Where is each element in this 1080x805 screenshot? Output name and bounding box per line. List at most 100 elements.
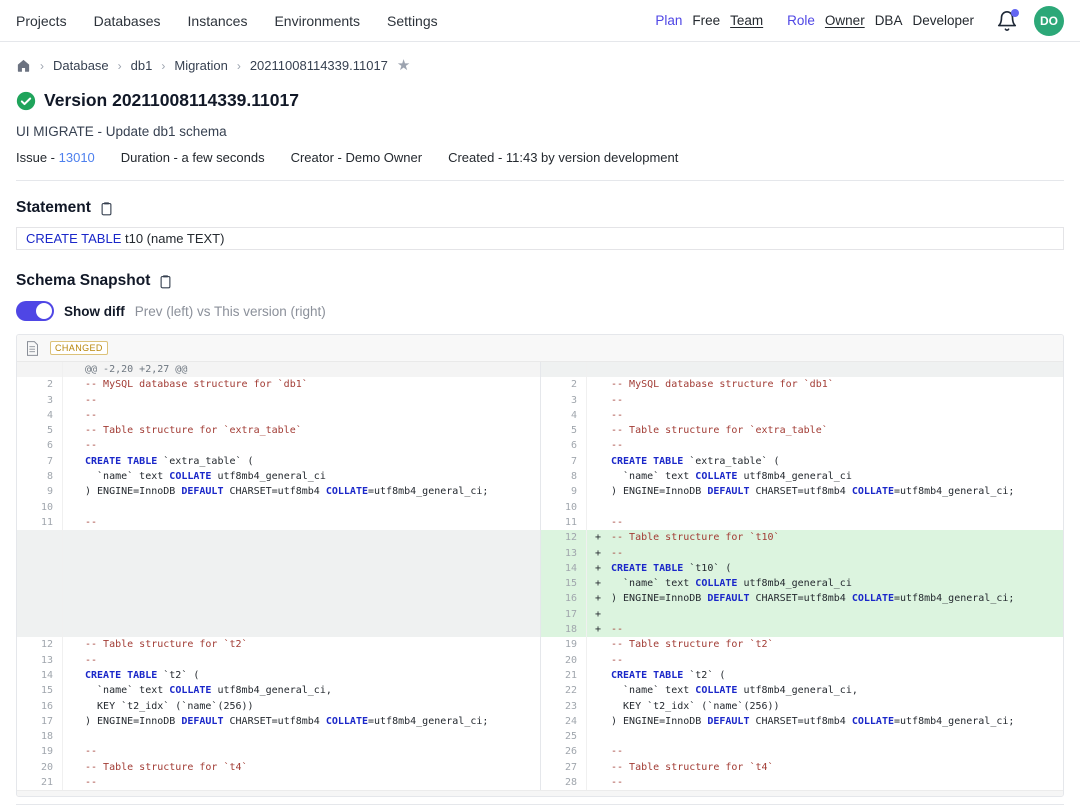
diff-code-line: 10 bbox=[17, 500, 540, 515]
issue-label: Issue - bbox=[16, 150, 55, 165]
role-option-owner[interactable]: Owner bbox=[825, 13, 865, 28]
schema-diff-panel: CHANGED @@ -2,20 +2,27 @@2-- MySQL datab… bbox=[16, 334, 1064, 797]
diff-scrollbar-track[interactable] bbox=[17, 790, 1063, 796]
line-content: -- bbox=[587, 408, 1063, 423]
line-content bbox=[63, 561, 540, 576]
diff-code-line: 14CREATE TABLE `t2` ( bbox=[17, 668, 540, 683]
diff-code-line: 21CREATE TABLE `t2` ( bbox=[541, 668, 1063, 683]
line-number: 8 bbox=[17, 469, 63, 484]
line-number: 4 bbox=[17, 408, 63, 423]
migration-meta: Issue - 13010 Duration - a few seconds C… bbox=[16, 150, 1064, 165]
diff-editor[interactable]: @@ -2,20 +2,27 @@2-- MySQL database stru… bbox=[17, 362, 1063, 790]
copy-snapshot-icon[interactable] bbox=[158, 274, 173, 289]
issue-link[interactable]: 13010 bbox=[59, 150, 95, 165]
line-number: 20 bbox=[541, 653, 587, 668]
breadcrumb-db1[interactable]: db1 bbox=[131, 58, 153, 73]
nav-item-settings[interactable]: Settings bbox=[387, 13, 438, 29]
line-content: `name` text COLLATE utf8mb4_general_ci bbox=[63, 469, 540, 484]
plan-option-team[interactable]: Team bbox=[730, 13, 763, 28]
nav-item-instances[interactable]: Instances bbox=[188, 13, 248, 29]
notifications-bell-icon[interactable] bbox=[996, 10, 1018, 32]
diff-pane-current: 2-- MySQL database structure for `db1`3-… bbox=[540, 362, 1063, 790]
copy-statement-icon[interactable] bbox=[99, 201, 114, 216]
line-number: 19 bbox=[17, 744, 63, 759]
line-content bbox=[63, 607, 540, 622]
line-number: 4 bbox=[541, 408, 587, 423]
star-bookmark-icon[interactable]: ★ bbox=[397, 58, 410, 73]
diff-filler-line bbox=[541, 362, 1063, 377]
diff-code-line: 3-- bbox=[541, 393, 1063, 408]
nav-item-databases[interactable]: Databases bbox=[94, 13, 161, 29]
line-content: -- bbox=[63, 515, 540, 530]
line-content: -- Table structure for `extra_table` bbox=[63, 423, 540, 438]
line-content: ) ENGINE=InnoDB DEFAULT CHARSET=utf8mb4 … bbox=[63, 714, 540, 729]
breadcrumb-separator: › bbox=[161, 59, 165, 73]
line-number: 5 bbox=[17, 423, 63, 438]
line-number: 18 bbox=[17, 729, 63, 744]
plan-option-free[interactable]: Free bbox=[692, 13, 720, 28]
line-content: -- bbox=[63, 653, 540, 668]
diff-filler-line bbox=[17, 561, 540, 576]
line-number: 18 bbox=[541, 622, 587, 637]
diff-code-line: 3-- bbox=[17, 393, 540, 408]
show-diff-toggle[interactable] bbox=[16, 301, 54, 321]
line-content: -- bbox=[63, 744, 540, 759]
line-content: `name` text COLLATE utf8mb4_general_ci, bbox=[587, 683, 1063, 698]
diff-code-line: 17) ENGINE=InnoDB DEFAULT CHARSET=utf8mb… bbox=[17, 714, 540, 729]
line-number: 6 bbox=[17, 438, 63, 453]
line-number: 14 bbox=[541, 561, 587, 576]
user-avatar[interactable]: DO bbox=[1034, 6, 1064, 36]
diff-code-line: 6-- bbox=[17, 438, 540, 453]
meta-duration: Duration - a few seconds bbox=[121, 150, 265, 165]
line-content: -- bbox=[63, 393, 540, 408]
diff-code-line: 12+-- Table structure for `t10` bbox=[541, 530, 1063, 545]
breadcrumb-separator: › bbox=[40, 59, 44, 73]
breadcrumb-migration[interactable]: Migration bbox=[174, 58, 227, 73]
role-option-dba[interactable]: DBA bbox=[875, 13, 903, 28]
diff-filler-line bbox=[17, 622, 540, 637]
line-content: +-- bbox=[587, 546, 1063, 561]
diff-code-line: 16+) ENGINE=InnoDB DEFAULT CHARSET=utf8m… bbox=[541, 591, 1063, 606]
home-icon[interactable] bbox=[16, 58, 31, 73]
plan-label: Plan bbox=[655, 13, 682, 28]
diff-code-line: 8 `name` text COLLATE utf8mb4_general_ci bbox=[17, 469, 540, 484]
nav-item-environments[interactable]: Environments bbox=[274, 13, 360, 29]
line-content: -- bbox=[587, 393, 1063, 408]
migration-subtitle: UI MIGRATE - Update db1 schema bbox=[16, 124, 1064, 139]
diff-code-line: 20-- Table structure for `t4` bbox=[17, 760, 540, 775]
breadcrumb-version[interactable]: 20211008114339.11017 bbox=[250, 58, 388, 73]
diff-filler-line bbox=[17, 546, 540, 561]
diff-code-line: 24) ENGINE=InnoDB DEFAULT CHARSET=utf8mb… bbox=[541, 714, 1063, 729]
meta-creator: Creator - Demo Owner bbox=[291, 150, 422, 165]
diff-filler-line bbox=[17, 576, 540, 591]
line-content: -- bbox=[63, 408, 540, 423]
line-content: -- bbox=[587, 775, 1063, 790]
schema-file-icon[interactable] bbox=[26, 341, 39, 356]
breadcrumb-database[interactable]: Database bbox=[53, 58, 109, 73]
diff-code-line: 2-- MySQL database structure for `db1` bbox=[541, 377, 1063, 392]
diff-code-line: 11-- bbox=[541, 515, 1063, 530]
line-number bbox=[17, 622, 63, 637]
diff-code-line: 18 bbox=[17, 729, 540, 744]
line-number: 11 bbox=[17, 515, 63, 530]
added-line-sign: + bbox=[595, 546, 601, 561]
diff-filler-line bbox=[17, 530, 540, 545]
diff-code-line: 7CREATE TABLE `extra_table` ( bbox=[541, 454, 1063, 469]
diff-code-line: 27-- Table structure for `t4` bbox=[541, 760, 1063, 775]
line-number: 3 bbox=[17, 393, 63, 408]
line-content: -- bbox=[587, 744, 1063, 759]
show-diff-hint: Prev (left) vs This version (right) bbox=[135, 304, 326, 319]
line-content: -- Table structure for `t2` bbox=[587, 637, 1063, 652]
role-option-developer[interactable]: Developer bbox=[912, 13, 974, 28]
line-number: 22 bbox=[541, 683, 587, 698]
line-number bbox=[17, 362, 63, 377]
line-number: 10 bbox=[17, 500, 63, 515]
line-content: +-- Table structure for `t10` bbox=[587, 530, 1063, 545]
nav-item-projects[interactable]: Projects bbox=[16, 13, 67, 29]
diff-code-line: 10 bbox=[541, 500, 1063, 515]
line-content: ) ENGINE=InnoDB DEFAULT CHARSET=utf8mb4 … bbox=[63, 484, 540, 499]
diff-code-line: 23 KEY `t2_idx` (`name`(256)) bbox=[541, 699, 1063, 714]
line-content: -- bbox=[587, 438, 1063, 453]
line-content: CREATE TABLE `t2` ( bbox=[587, 668, 1063, 683]
line-content: +CREATE TABLE `t10` ( bbox=[587, 561, 1063, 576]
